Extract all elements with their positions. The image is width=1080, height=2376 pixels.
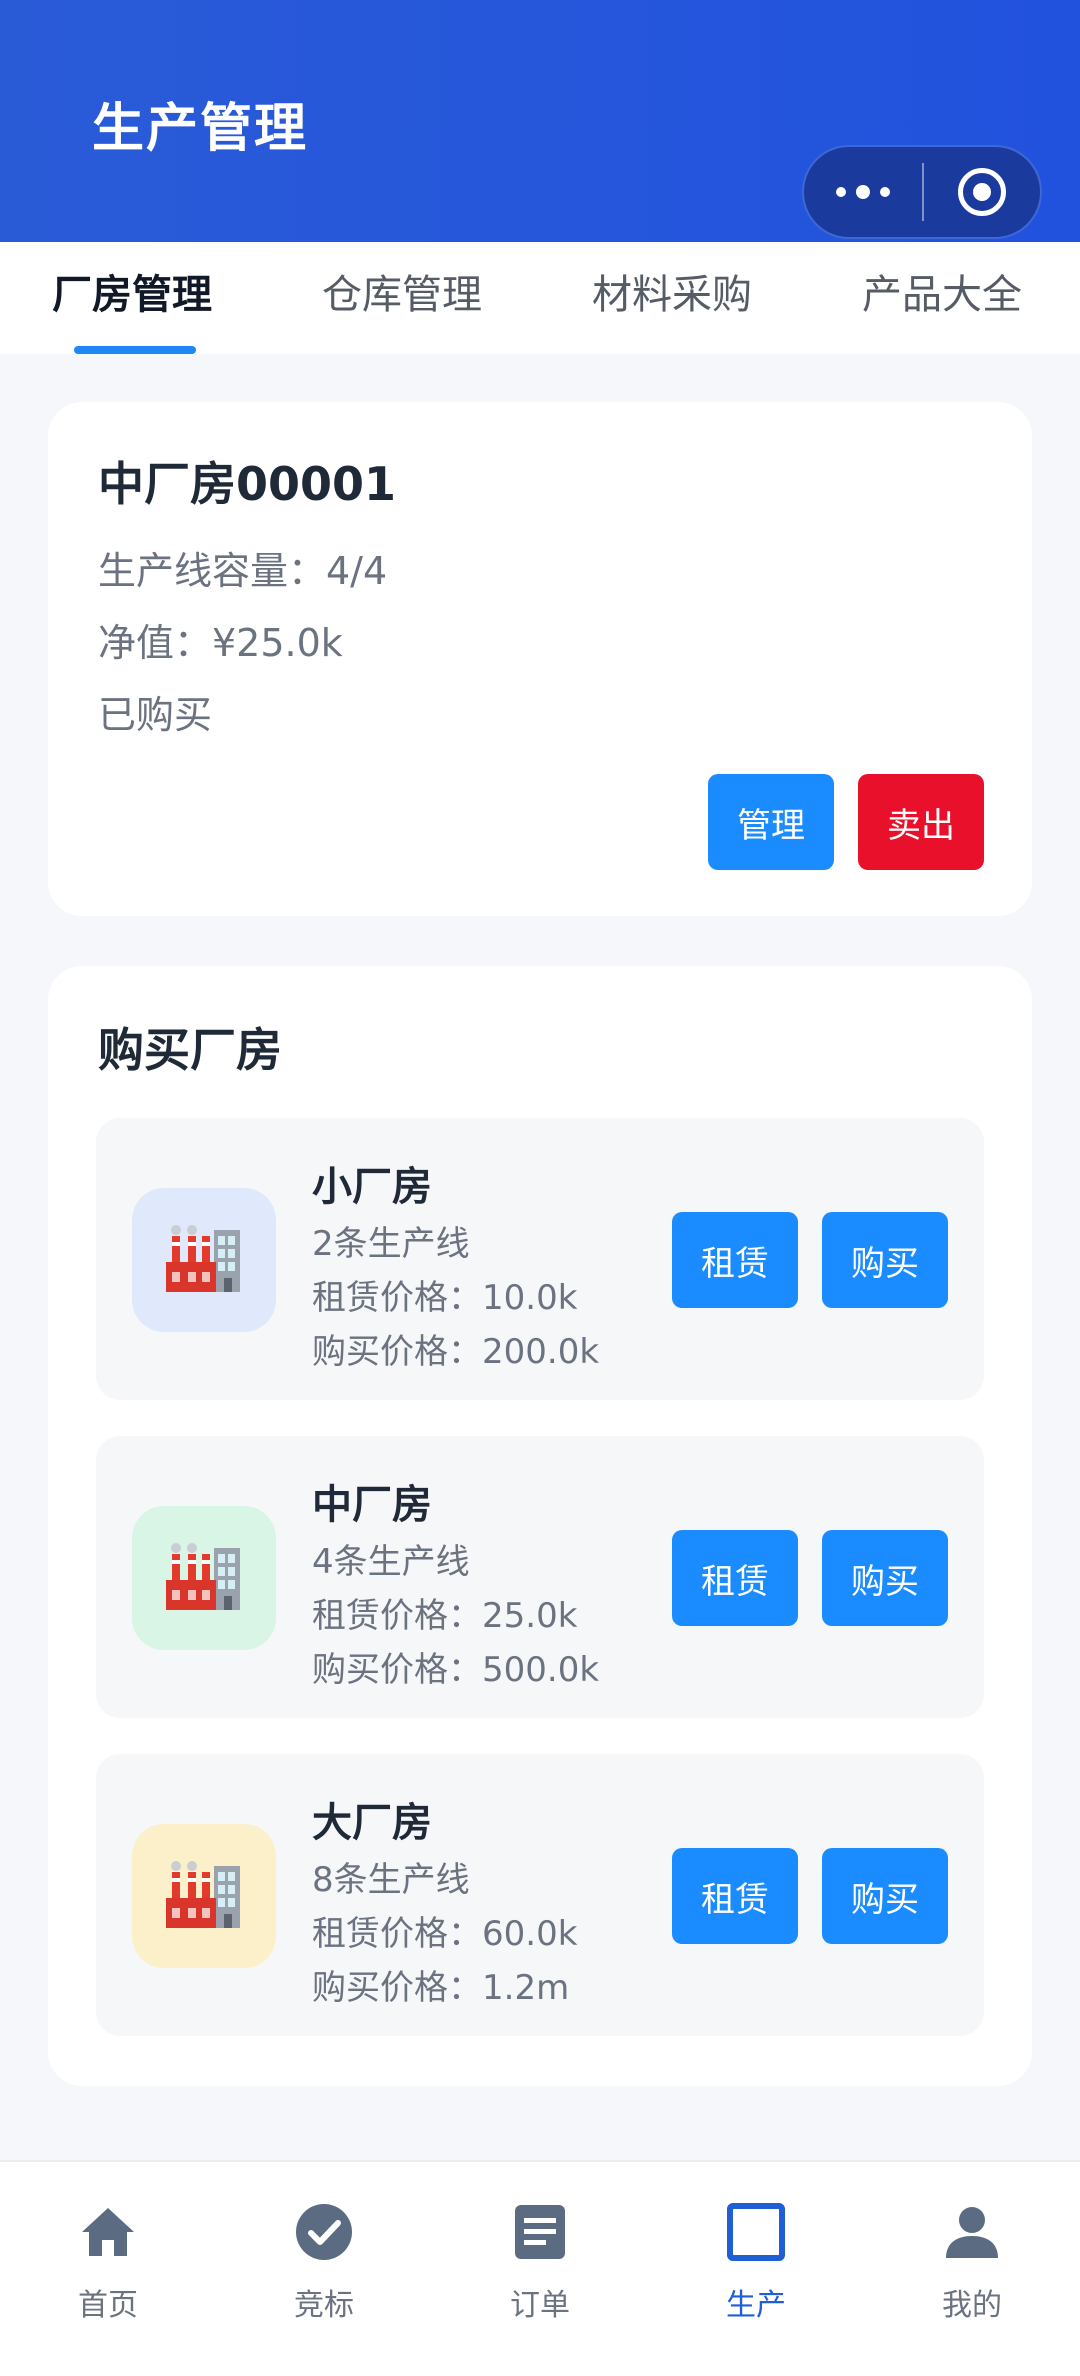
factory-icon — [132, 1188, 276, 1332]
factory-rent-price: 租赁价格：10.0k — [312, 1278, 578, 1318]
factory-lines: 8条生产线 — [312, 1860, 470, 1900]
header-bar: 生产管理 — [0, 0, 1080, 242]
rent-button[interactable]: 租赁 — [672, 1530, 798, 1626]
factory-option-large: 大厂房 8条生产线 租赁价格：60.0k 购买价格：1.2m 租赁 购买 — [96, 1754, 984, 2036]
bottom-navigation: 首页 竞标 订单 生产 我的 — [0, 2160, 1080, 2376]
owned-factory-card: 中厂房00001 生产线容量：4/4 净值：¥25.0k 已购买 管理 卖出 — [48, 402, 1032, 916]
close-button[interactable] — [924, 168, 1040, 216]
nav-item-production[interactable]: 生产 — [648, 2162, 864, 2376]
factory-option-small: 小厂房 2条生产线 租赁价格：10.0k 购买价格：200.0k 租赁 购买 — [96, 1118, 984, 1400]
nav-label: 首页 — [78, 2288, 138, 2323]
mini-program-capsule — [802, 145, 1042, 239]
nav-item-orders[interactable]: 订单 — [432, 2162, 648, 2376]
more-button[interactable] — [804, 147, 922, 237]
factory-option-medium: 中厂房 4条生产线 租赁价格：25.0k 购买价格：500.0k 租赁 购买 — [96, 1436, 984, 1718]
factory-icon — [132, 1506, 276, 1650]
capacity-text: 生产线容量：4/4 — [98, 549, 388, 593]
check-circle-icon — [296, 2204, 352, 2260]
tab-warehouse[interactable]: 仓库管理 — [322, 262, 482, 320]
tab-bar: 厂房管理 仓库管理 材料采购 产品大全 — [0, 242, 1080, 354]
buy-button[interactable]: 购买 — [822, 1530, 948, 1626]
buy-button[interactable]: 购买 — [822, 1212, 948, 1308]
tab-products[interactable]: 产品大全 — [862, 262, 1022, 320]
net-value-text: 净值：¥25.0k — [98, 621, 343, 665]
factory-buy-price: 购买价格：1.2m — [312, 1968, 570, 2008]
square-icon — [727, 2203, 785, 2261]
status-text: 已购买 — [98, 693, 213, 737]
factory-lines: 2条生产线 — [312, 1224, 470, 1264]
buy-factory-card: 购买厂房 小厂房 2条生产线 租赁价格：10.0k 购买价格：200.0k 租赁… — [48, 966, 1032, 2086]
nav-label: 生产 — [726, 2288, 786, 2323]
factory-icon — [132, 1824, 276, 1968]
active-tab-indicator — [74, 346, 196, 354]
factory-name: 小厂房 — [312, 1164, 432, 1210]
factory-lines: 4条生产线 — [312, 1542, 470, 1582]
nav-item-mine[interactable]: 我的 — [864, 2162, 1080, 2376]
sell-button[interactable]: 卖出 — [858, 774, 984, 870]
owned-factory-name: 中厂房00001 — [98, 457, 397, 511]
user-icon — [946, 2207, 998, 2258]
tab-material-purchase[interactable]: 材料采购 — [592, 262, 752, 320]
factory-rent-price: 租赁价格：25.0k — [312, 1596, 578, 1636]
factory-buy-price: 购买价格：500.0k — [312, 1650, 600, 1690]
home-icon — [82, 2208, 134, 2256]
rent-button[interactable]: 租赁 — [672, 1848, 798, 1944]
buy-section-title: 购买厂房 — [98, 1023, 282, 1077]
factory-rent-price: 租赁价格：60.0k — [312, 1914, 578, 1954]
rent-button[interactable]: 租赁 — [672, 1212, 798, 1308]
factory-buy-price: 购买价格：200.0k — [312, 1332, 600, 1372]
target-icon — [958, 168, 1006, 216]
factory-name: 大厂房 — [312, 1800, 432, 1846]
nav-item-bidding[interactable]: 竞标 — [216, 2162, 432, 2376]
nav-label: 竞标 — [294, 2288, 354, 2323]
nav-label: 订单 — [510, 2288, 570, 2323]
document-icon — [515, 2205, 565, 2259]
page-title: 生产管理 — [92, 99, 309, 159]
buy-button[interactable]: 购买 — [822, 1848, 948, 1944]
nav-label: 我的 — [942, 2288, 1002, 2323]
manage-button[interactable]: 管理 — [708, 774, 834, 870]
factory-name: 中厂房 — [312, 1482, 432, 1528]
nav-item-home[interactable]: 首页 — [0, 2162, 216, 2376]
tab-factory[interactable]: 厂房管理 — [52, 262, 212, 320]
